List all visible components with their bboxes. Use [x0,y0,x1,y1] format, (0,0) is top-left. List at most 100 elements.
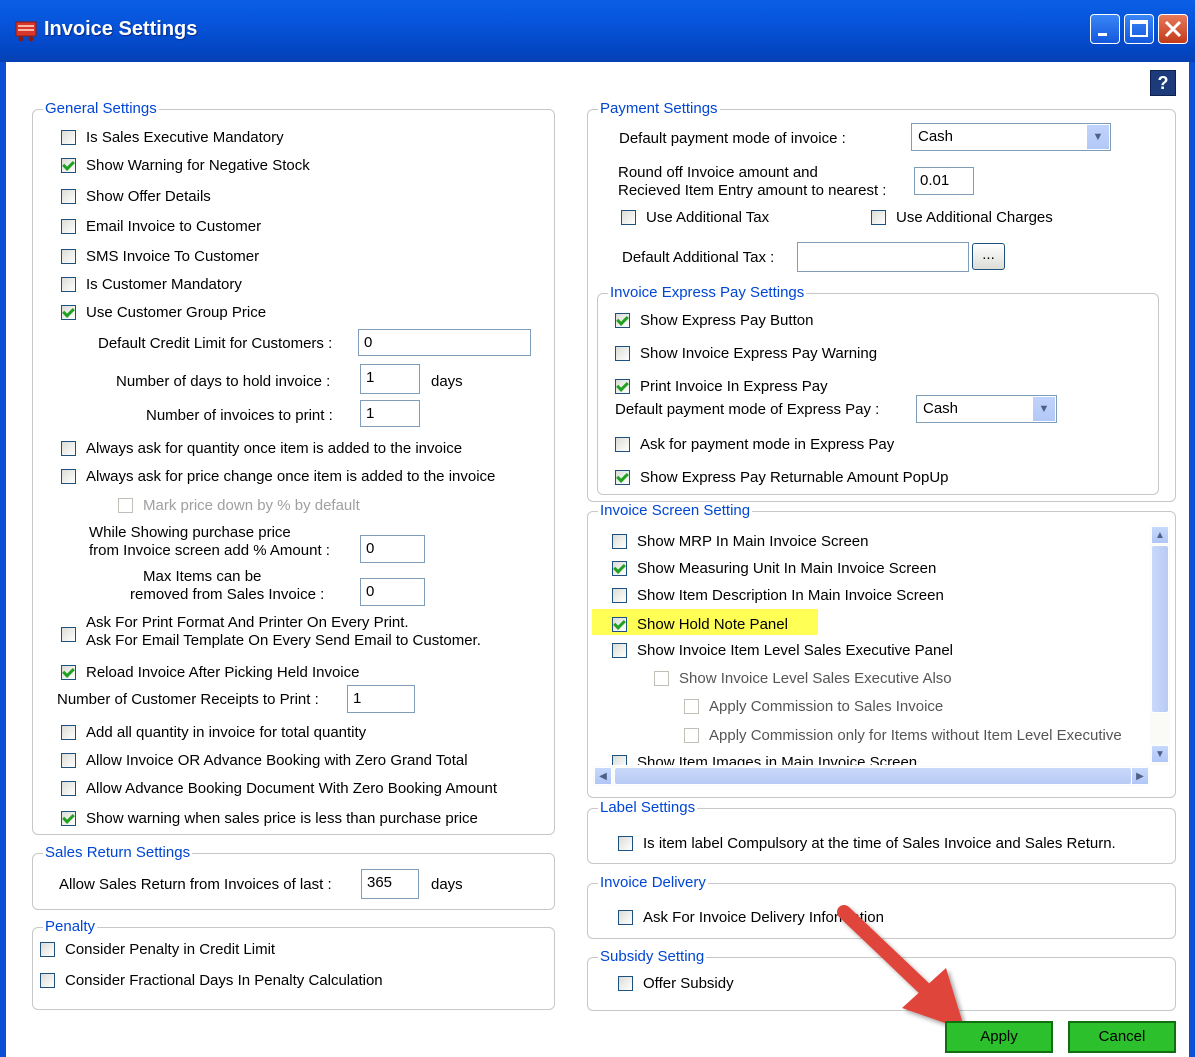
add-all-quantity-checkbox[interactable]: Add all quantity in invoice for total qu… [61,722,366,742]
customer-group-price-checkbox[interactable]: Use Customer Group Price [61,302,266,322]
horizontal-scrollbar[interactable]: ◀ ▶ [593,766,1150,786]
show-item-images-checkbox[interactable]: Show Item Images in Main Invoice Screen [612,752,917,765]
customer-mandatory-checkbox[interactable]: Is Customer Mandatory [61,274,242,294]
ask-payment-mode-checkbox[interactable]: Ask for payment mode in Express Pay [615,434,894,454]
checkbox-box[interactable] [61,218,76,234]
penalty-credit-limit-checkbox[interactable]: Consider Penalty in Credit Limit [40,939,275,959]
close-button[interactable] [1158,14,1188,44]
checkbox-box[interactable] [612,533,627,549]
penalty-fractional-days-checkbox[interactable]: Consider Fractional Days In Penalty Calc… [40,970,383,990]
checkbox-box[interactable] [61,752,76,768]
checkbox-box[interactable] [618,975,633,991]
checkbox-box[interactable] [618,909,633,925]
payment-mode-select[interactable]: Cash ▼ [911,123,1111,151]
checkbox-box[interactable] [612,754,627,765]
checkbox-box[interactable] [615,378,630,394]
checkbox-box[interactable] [61,780,76,796]
apply-commission-checkbox[interactable]: Apply Commission to Sales Invoice [684,696,943,716]
checkbox-box[interactable] [615,312,630,328]
scroll-left-button[interactable]: ◀ [594,767,612,785]
negative-stock-warning-checkbox[interactable]: Show Warning for Negative Stock [61,155,310,175]
checkbox-box[interactable] [61,304,76,320]
returnable-popup-checkbox[interactable]: Show Express Pay Returnable Amount PopUp [615,467,949,487]
checkbox-box[interactable] [61,188,76,204]
invoice-level-exec-checkbox[interactable]: Show Invoice Level Sales Executive Also [654,668,952,688]
express-pay-warning-checkbox[interactable]: Show Invoice Express Pay Warning [615,343,877,363]
checkbox-box[interactable] [61,626,76,642]
minimize-button[interactable] [1090,14,1120,44]
checkbox-box[interactable] [40,941,55,957]
checkbox-box[interactable] [612,587,627,603]
vertical-scrollbar[interactable]: ▲ ▼ [1150,525,1170,765]
checkbox-box[interactable] [61,157,76,173]
maximize-button[interactable] [1124,14,1154,44]
show-measuring-unit-checkbox[interactable]: Show Measuring Unit In Main Invoice Scre… [612,558,936,578]
checkbox-box[interactable] [612,616,627,632]
scroll-up-button[interactable]: ▲ [1151,526,1169,544]
express-mode-select[interactable]: Cash ▼ [916,395,1057,423]
commission-items-checkbox[interactable]: Apply Commission only for Items without … [684,725,1122,745]
receipts-input[interactable]: 1 [347,685,415,713]
reload-held-invoice-checkbox[interactable]: Reload Invoice After Picking Held Invoic… [61,662,359,682]
checkbox-box[interactable] [61,276,76,292]
zero-booking-amount-checkbox[interactable]: Allow Advance Booking Document With Zero… [61,778,497,798]
checkbox-box[interactable] [684,727,699,743]
offer-subsidy-checkbox[interactable]: Offer Subsidy [618,973,734,993]
checkbox-box[interactable] [615,345,630,361]
mark-price-down-checkbox[interactable]: Mark price down by % by default [118,495,360,515]
apply-button[interactable]: Apply [945,1021,1053,1053]
sales-exec-mandatory-checkbox[interactable]: Is Sales Executive Mandatory [61,127,284,147]
checkbox-box[interactable] [61,248,76,264]
default-additional-tax-input[interactable] [797,242,969,272]
checkbox-box[interactable] [61,440,76,456]
ask-price-change-checkbox[interactable]: Always ask for price change once item is… [61,466,495,486]
chevron-down-icon[interactable]: ▼ [1086,125,1109,149]
use-additional-tax-checkbox[interactable]: Use Additional Tax [621,207,769,227]
zero-grand-total-checkbox[interactable]: Allow Invoice OR Advance Booking with Ze… [61,750,468,770]
checkbox-box[interactable] [654,670,669,686]
purchase-pct-input[interactable]: 0 [360,535,425,563]
max-items-input[interactable]: 0 [360,578,425,606]
checkbox-box[interactable] [61,810,76,826]
print-invoice-express-checkbox[interactable]: Print Invoice In Express Pay [615,376,828,396]
browse-tax-button[interactable]: ... [972,243,1005,270]
print-format-checkbox[interactable] [61,624,86,644]
show-hold-note-checkbox[interactable]: Show Hold Note Panel [612,614,788,634]
offer-details-checkbox[interactable]: Show Offer Details [61,186,211,206]
checkbox-box[interactable] [871,209,886,225]
sales-return-days-input[interactable]: 365 [361,869,419,899]
ask-quantity-checkbox[interactable]: Always ask for quantity once item is add… [61,438,462,458]
checkbox-box[interactable] [621,209,636,225]
checkbox-box[interactable] [612,560,627,576]
screen-settings-list[interactable]: Show MRP In Main Invoice Screen Show Mea… [593,522,1173,765]
help-button[interactable]: ? [1150,70,1176,96]
show-express-pay-button-checkbox[interactable]: Show Express Pay Button [615,310,813,330]
invoices-print-input[interactable]: 1 [360,400,420,427]
credit-limit-input[interactable]: 0 [358,329,531,356]
scroll-thumb[interactable] [1151,545,1169,713]
checkbox-box[interactable] [61,724,76,740]
checkbox-box[interactable] [61,468,76,484]
warn-sales-price-checkbox[interactable]: Show warning when sales price is less th… [61,808,478,828]
checkbox-box[interactable] [61,129,76,145]
checkbox-box[interactable] [61,664,76,680]
checkbox-box[interactable] [615,436,630,452]
email-invoice-checkbox[interactable]: Email Invoice to Customer [61,216,261,236]
scroll-right-button[interactable]: ▶ [1131,767,1149,785]
show-item-description-checkbox[interactable]: Show Item Description In Main Invoice Sc… [612,585,944,605]
cancel-button[interactable]: Cancel [1068,1021,1176,1053]
chevron-down-icon[interactable]: ▼ [1032,397,1055,421]
checkbox-box[interactable] [615,469,630,485]
item-level-exec-checkbox[interactable]: Show Invoice Item Level Sales Executive … [612,640,953,660]
checkbox-box[interactable] [612,642,627,658]
label-compulsory-checkbox[interactable]: Is item label Compulsory at the time of … [618,833,1116,853]
checkbox-box[interactable] [40,972,55,988]
scroll-thumb-horizontal[interactable] [614,767,1132,785]
use-additional-charges-checkbox[interactable]: Use Additional Charges [871,207,1053,227]
hold-days-input[interactable]: 1 [360,364,420,394]
show-mrp-checkbox[interactable]: Show MRP In Main Invoice Screen [612,531,869,551]
sms-invoice-checkbox[interactable]: SMS Invoice To Customer [61,246,259,266]
checkbox-box[interactable] [684,698,699,714]
checkbox-box[interactable] [618,835,633,851]
checkbox-box[interactable] [118,497,133,513]
